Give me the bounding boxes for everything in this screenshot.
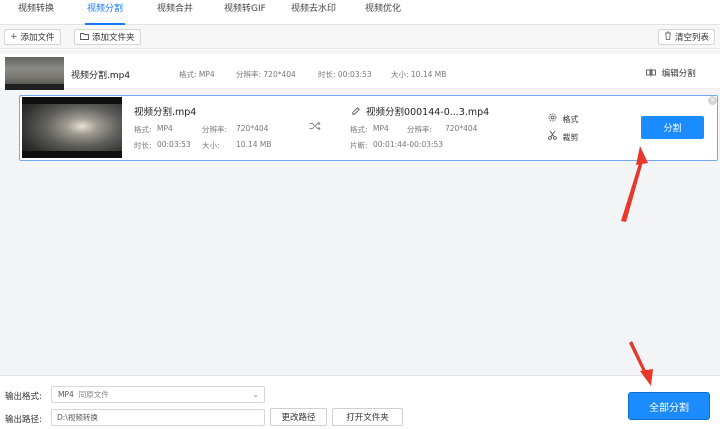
source-resolution-label: 分辨率:: [202, 125, 228, 134]
add-file-button[interactable]: + 添加文件: [4, 29, 61, 45]
folder-icon: [80, 32, 89, 43]
open-folder-button[interactable]: 打开文件夹: [332, 408, 403, 426]
tab-video-convert[interactable]: 视频转换: [18, 0, 54, 25]
toolbar: + 添加文件 添加文件夹 清空列表: [0, 25, 720, 49]
file-resolution: 分辨率: 720*404: [236, 70, 296, 79]
add-folder-label: 添加文件夹: [92, 33, 135, 43]
add-folder-button[interactable]: 添加文件夹: [74, 29, 141, 45]
file-name: 视频分割.mp4: [71, 71, 131, 81]
file-size: 大小: 10.14 MB: [391, 70, 447, 79]
add-file-label: 添加文件: [20, 33, 55, 43]
clear-list-button[interactable]: 清空列表: [658, 29, 716, 45]
output-format-label: 输出格式:: [5, 392, 42, 402]
output-clip-label: 片断:: [350, 141, 368, 150]
close-icon[interactable]: ×: [708, 96, 717, 105]
crop-option-label: 裁剪: [562, 133, 579, 142]
chevron-down-icon: ⌄: [252, 390, 259, 399]
source-format-label: 格式:: [134, 125, 152, 134]
segment-output-name-row: 视频分割000144-0...3.mp4: [352, 104, 489, 119]
tab-video-remove-watermark[interactable]: 视频去水印: [291, 0, 336, 25]
edit-split-icon: [646, 68, 656, 80]
source-duration-value: 00:03:53: [157, 140, 191, 149]
clear-list-label: 清空列表: [675, 33, 710, 43]
output-resolution-value: 720*404: [445, 124, 478, 133]
output-path-input[interactable]: D:\视频转换: [51, 409, 265, 426]
edit-split-button[interactable]: 编辑分割: [646, 67, 696, 80]
source-duration-label: 时长:: [134, 141, 152, 150]
source-format-value: MP4: [157, 124, 173, 133]
segment-source-name: 视频分割.mp4: [134, 107, 197, 118]
file-thumbnail: [5, 57, 64, 90]
format-option-label: 格式: [562, 115, 579, 124]
change-path-button[interactable]: 更改路径: [270, 408, 327, 426]
output-format-sub: 同原文件: [78, 390, 109, 399]
output-resolution-label: 分辨率:: [407, 125, 433, 134]
output-format-value: MP4: [58, 390, 74, 399]
shuffle-icon: [309, 121, 321, 134]
tab-video-merge[interactable]: 视频合并: [157, 0, 193, 25]
scissors-icon: [548, 130, 560, 142]
tab-video-to-gif[interactable]: 视频转GIF: [224, 0, 266, 25]
tab-video-optimize[interactable]: 视频优化: [365, 0, 401, 25]
split-button[interactable]: 分割: [641, 116, 704, 139]
gear-icon: [548, 113, 560, 124]
tab-video-split[interactable]: 视频分割: [84, 0, 126, 25]
file-duration: 时长: 00:03:53: [318, 70, 372, 79]
source-resolution-value: 720*404: [236, 124, 269, 133]
top-tab-bar: 视频转换 视频分割 视频合并 视频转GIF 视频去水印 视频优化: [0, 0, 720, 25]
file-format: 格式: MP4: [179, 70, 215, 79]
output-format-select[interactable]: MP4 同原文件 ⌄: [51, 386, 265, 403]
trash-icon: [664, 31, 672, 43]
plus-icon: +: [10, 32, 18, 42]
output-format-value: MP4: [373, 124, 389, 133]
source-size-value: 10.14 MB: [236, 140, 272, 149]
split-all-button[interactable]: 全部分割: [628, 392, 710, 420]
segment-output-name: 视频分割000144-0...3.mp4: [366, 107, 490, 118]
pencil-icon[interactable]: [352, 107, 360, 119]
output-format-label: 格式:: [350, 125, 368, 134]
output-path-label: 输出路径:: [5, 415, 42, 425]
crop-option[interactable]: 裁剪: [548, 130, 579, 143]
edit-split-label: 编辑分割: [661, 69, 696, 79]
format-option[interactable]: 格式: [548, 113, 579, 125]
source-size-label: 大小:: [202, 141, 220, 150]
segment-thumbnail: [22, 97, 122, 158]
output-clip-value: 00:01:44-00:03:53: [373, 140, 444, 149]
